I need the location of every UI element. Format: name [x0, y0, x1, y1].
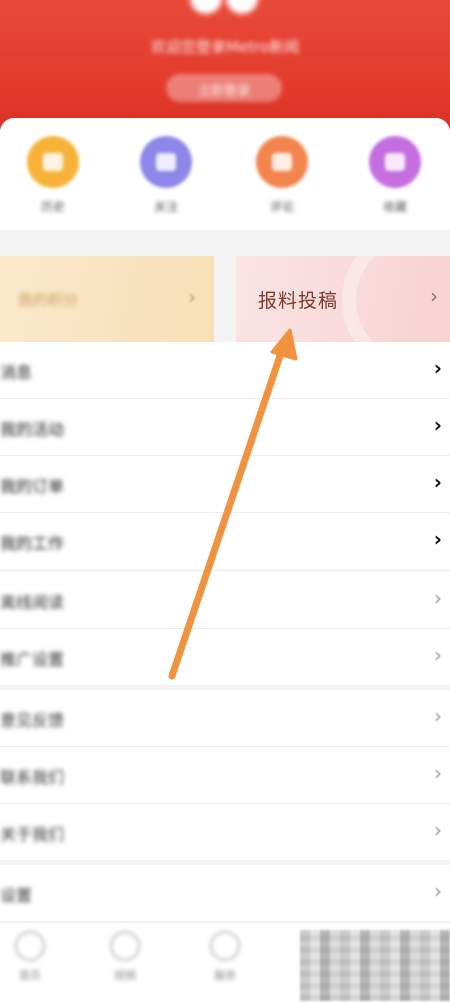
video-icon	[110, 931, 140, 961]
menu-item-label: 推广设置	[0, 650, 65, 669]
chevron-right-icon: ›	[188, 285, 196, 309]
menu-item-offline-reading[interactable]: 离线阅读 ›	[0, 572, 450, 629]
menu-item-feedback[interactable]: 意见反馈 ›	[0, 690, 450, 747]
quick-action-label: 历史	[40, 200, 65, 214]
menu-item-label: 我的工作	[0, 534, 65, 553]
menu-item-orders[interactable]: 我的订单 ›	[0, 456, 450, 513]
submit-tip-card[interactable]: 报料投稿 ›	[236, 256, 450, 342]
tab-video[interactable]: 视频	[95, 931, 155, 983]
services-icon	[210, 931, 240, 961]
favorite-icon	[369, 136, 421, 188]
menu-item-label: 我的活动	[0, 420, 65, 439]
tab-home[interactable]: 首页	[0, 931, 60, 983]
points-card[interactable]: 我的积分 ›	[0, 256, 214, 342]
chevron-right-icon: ›	[433, 527, 442, 551]
chevron-right-icon: ›	[434, 704, 442, 728]
login-button[interactable]: 立即登录	[166, 80, 282, 99]
points-card-label: 我的积分	[18, 291, 79, 309]
username-text: 欢迎您登录Metro新闻	[150, 38, 300, 56]
quick-action-history[interactable]: 历史	[8, 136, 98, 215]
menu-group-4: 设置 ›	[0, 865, 450, 921]
profile-header: 欢迎您登录Metro新闻 立即登录	[0, 0, 450, 130]
home-icon	[15, 931, 45, 961]
chevron-right-icon: ›	[434, 643, 442, 667]
chevron-right-icon: ›	[430, 284, 438, 308]
chevron-right-icon: ›	[433, 356, 442, 380]
menu-group-1: 消息 › 我的活动 › 我的订单 › 我的工作 ›	[0, 342, 450, 569]
menu-item-about[interactable]: 关于我们 ›	[0, 804, 450, 860]
chevron-right-icon: ›	[434, 586, 442, 610]
submit-tip-label: 报料投稿	[258, 290, 339, 312]
menu-item-messages[interactable]: 消息 ›	[0, 342, 450, 399]
tab-services[interactable]: 服务	[195, 931, 255, 983]
quick-actions-card: 历史 关注 评论 收藏	[0, 118, 450, 230]
quick-action-label: 评论	[269, 200, 294, 214]
menu-group-3: 意见反馈 › 联系我们 › 关于我们 ›	[0, 690, 450, 860]
menu-item-label: 设置	[0, 886, 33, 905]
menu-item-label: 联系我们	[0, 768, 65, 787]
chevron-right-icon: ›	[433, 413, 442, 437]
menu-item-label: 消息	[0, 363, 33, 382]
quick-action-label: 关注	[153, 200, 178, 214]
menu-item-settings[interactable]: 设置 ›	[0, 865, 450, 921]
quick-action-follow[interactable]: 关注	[121, 136, 211, 215]
menu-item-label: 我的订单	[0, 477, 65, 496]
chevron-right-icon: ›	[434, 818, 442, 842]
menu-item-label: 关于我们	[0, 825, 65, 844]
avatar[interactable]	[186, 0, 266, 18]
menu-item-work[interactable]: 我的工作 ›	[0, 513, 450, 569]
history-icon	[27, 136, 79, 188]
menu-item-promotion[interactable]: 推广设置 ›	[0, 629, 450, 685]
tab-label: 视频	[114, 969, 136, 982]
quick-action-favorite[interactable]: 收藏	[350, 136, 440, 215]
pixelated-watermark	[300, 930, 450, 1001]
menu-item-contact[interactable]: 联系我们 ›	[0, 747, 450, 804]
follow-icon	[140, 136, 192, 188]
quick-action-comment[interactable]: 评论	[237, 136, 327, 215]
tab-label: 首页	[19, 969, 41, 982]
chevron-right-icon: ›	[434, 879, 442, 903]
menu-item-label: 意见反馈	[0, 711, 65, 730]
tab-label: 服务	[214, 969, 236, 982]
chevron-right-icon: ›	[434, 761, 442, 785]
chevron-right-icon: ›	[433, 470, 442, 494]
comment-icon	[256, 136, 308, 188]
menu-item-label: 离线阅读	[0, 593, 65, 612]
menu-group-2: 离线阅读 › 推广设置 ›	[0, 572, 450, 685]
menu-item-activities[interactable]: 我的活动 ›	[0, 399, 450, 456]
quick-action-label: 收藏	[382, 200, 407, 214]
